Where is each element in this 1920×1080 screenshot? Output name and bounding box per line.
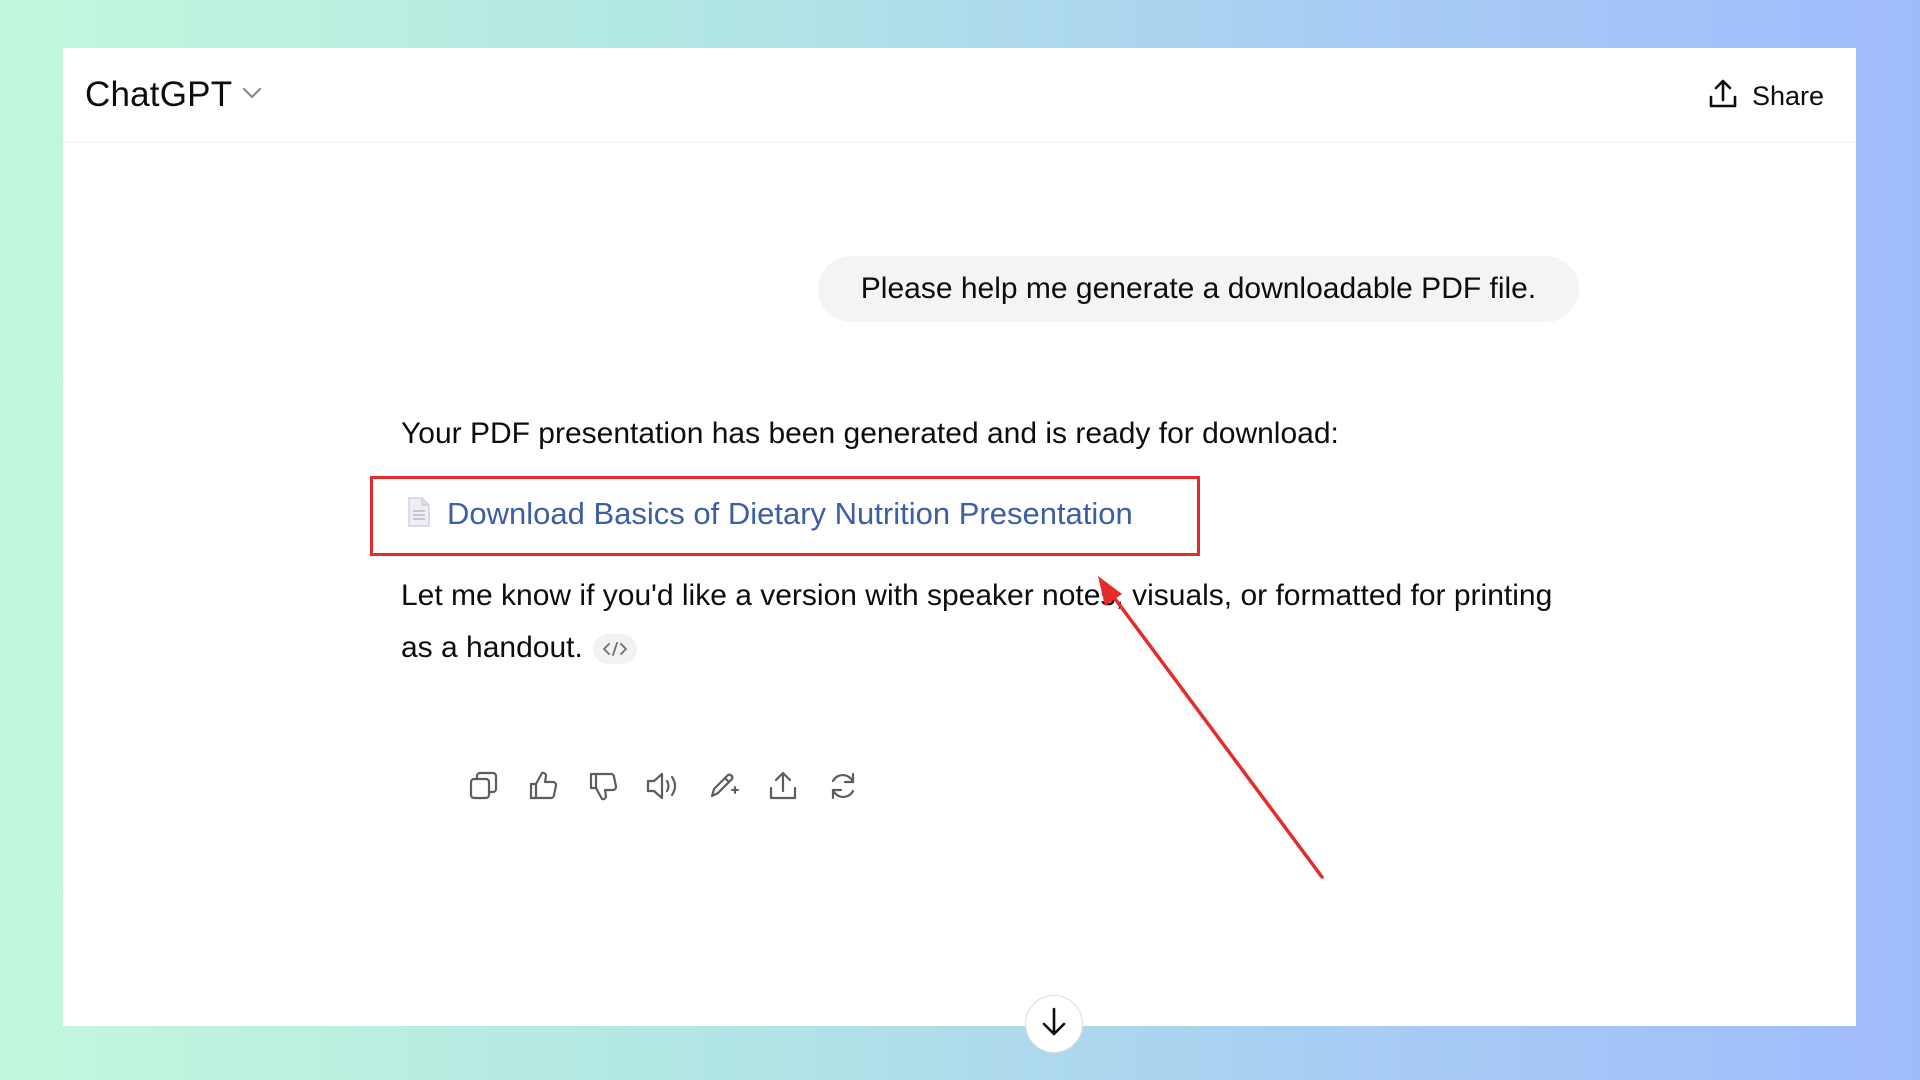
user-message-text: Please help me generate a downloadable P… [860,272,1537,305]
thumbs-down-icon[interactable] [583,764,623,808]
assistant-followup-text: Let me know if you'd like a version with… [401,579,1553,664]
arrow-down-icon [1040,1006,1068,1043]
model-name: ChatGPT [85,75,233,114]
assistant-followup: Let me know if you'd like a version with… [401,570,1561,674]
download-pdf-link[interactable]: Download Basics of Dietary Nutrition Pre… [447,496,1133,532]
download-link-row: Download Basics of Dietary Nutrition Pre… [407,488,1133,540]
model-selector[interactable]: ChatGPT [85,72,262,118]
share-label: Share [1751,80,1824,111]
regenerate-icon[interactable] [823,764,863,808]
share-icon[interactable] [763,764,803,808]
document-icon [407,496,431,532]
assistant-intro-text: Your PDF presentation has been generated… [401,417,1339,450]
chevron-down-icon [242,86,262,104]
copy-icon[interactable] [463,764,503,808]
chat-window: ChatGPT Share Please help me generate a … [63,48,1856,1053]
edit-sparkle-icon[interactable] [703,764,743,808]
top-bar: ChatGPT Share [63,48,1856,143]
message-actions [463,764,863,808]
speaker-icon[interactable] [643,764,683,808]
share-button[interactable]: Share [1708,74,1824,118]
upload-icon [1708,78,1738,115]
user-message-bubble: Please help me generate a downloadable P… [818,256,1579,322]
scroll-down-button[interactable] [1025,995,1083,1053]
thumbs-up-icon[interactable] [523,764,563,808]
code-icon[interactable] [592,634,637,665]
